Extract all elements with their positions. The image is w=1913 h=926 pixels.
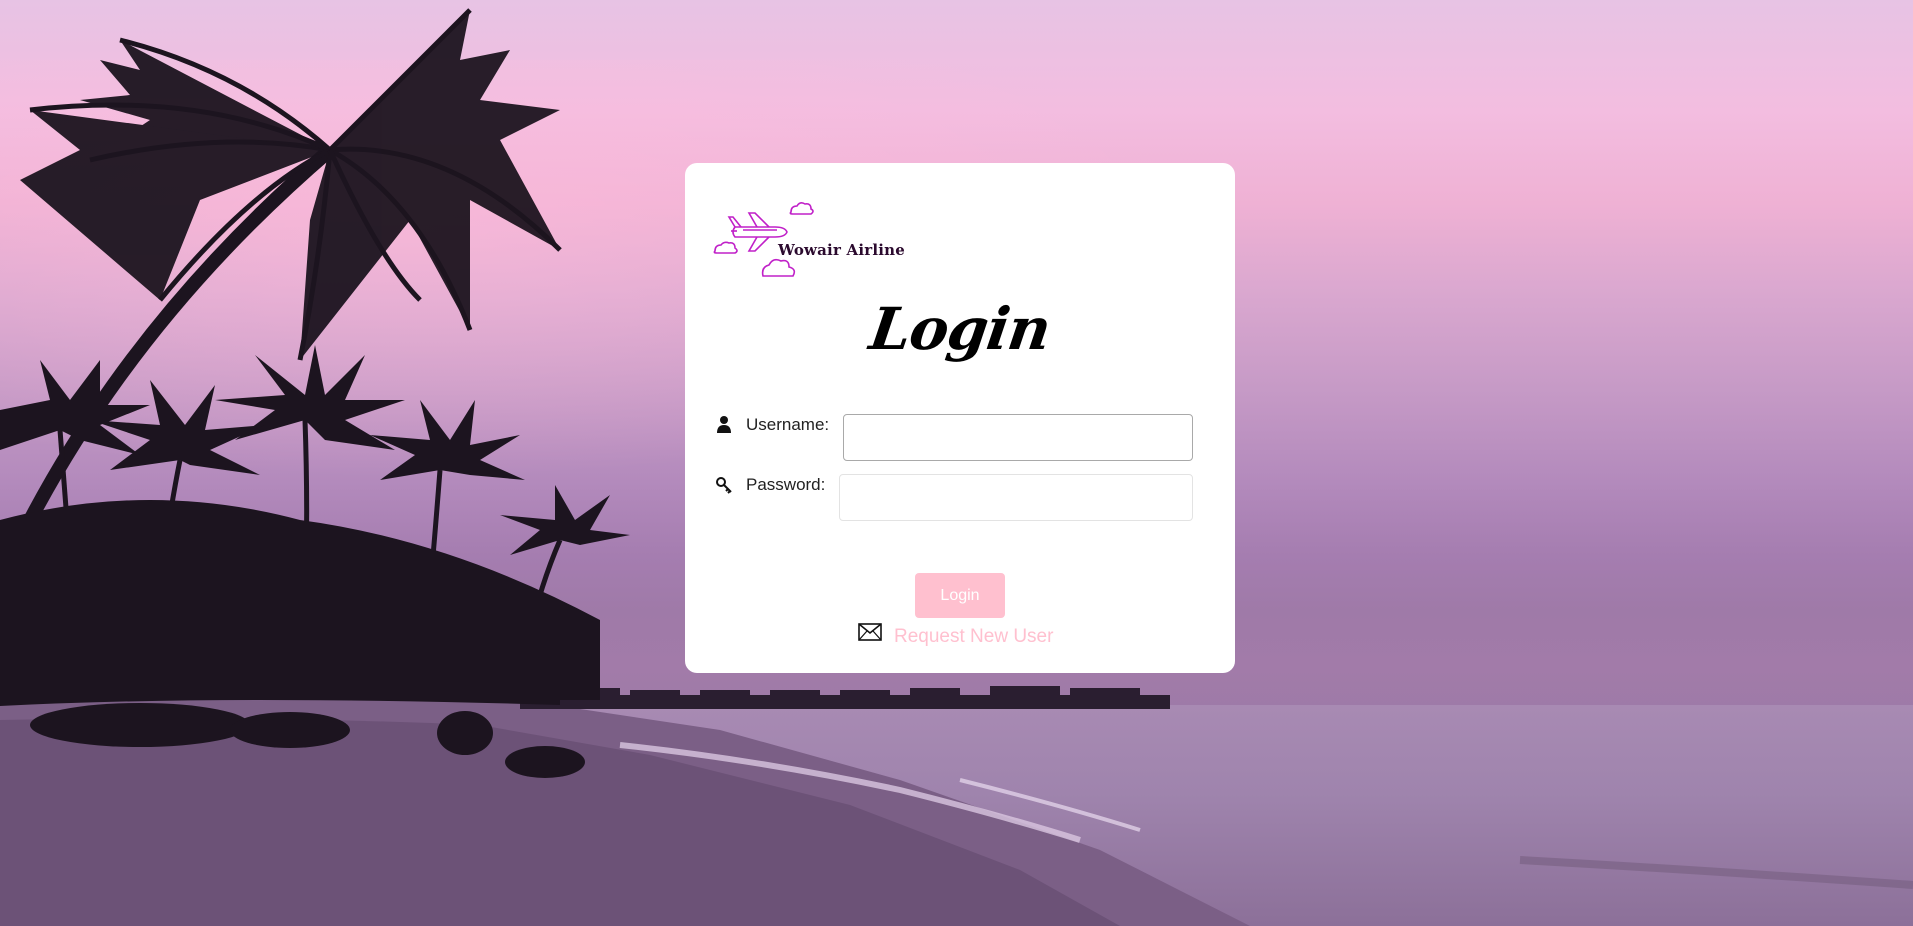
username-input[interactable] [843,414,1193,461]
login-card: Wowair Airline Login Username: Password:… [685,163,1235,673]
request-new-user: Request New User [858,620,1053,648]
password-input[interactable] [839,474,1193,521]
password-row: Password: [715,473,825,500]
request-new-user-link[interactable]: Request New User [894,626,1053,648]
login-button[interactable]: Login [915,573,1005,618]
brand-name: Wowair Airline [778,241,905,259]
user-icon [715,413,733,440]
username-row: Username: [715,413,829,440]
envelope-icon [858,622,882,646]
username-label: Username: [746,415,830,434]
key-icon [715,473,733,500]
password-label: Password: [746,475,826,494]
page-title: Login [865,295,1055,363]
